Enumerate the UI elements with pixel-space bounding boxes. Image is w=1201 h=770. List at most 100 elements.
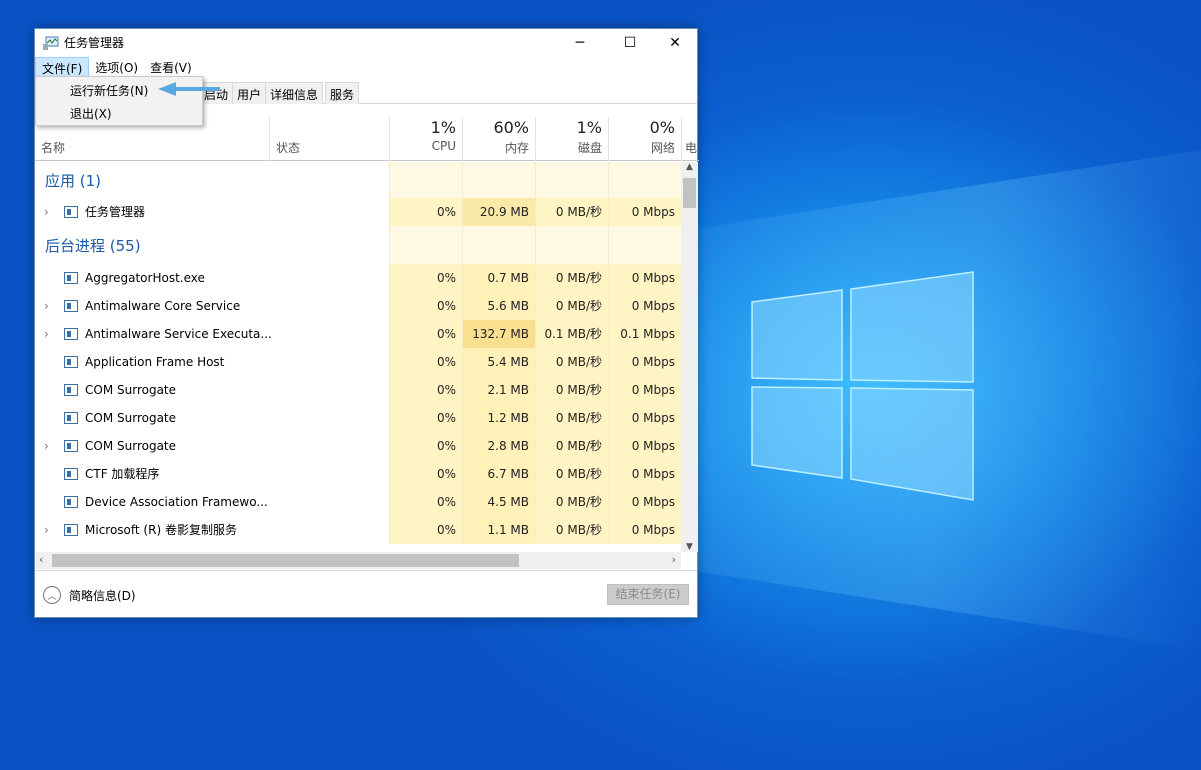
column-memory[interactable]: 60% 内存 <box>462 117 535 161</box>
windows-logo <box>751 271 974 501</box>
process-icon <box>64 272 78 284</box>
group-cell <box>389 226 462 264</box>
table-row[interactable]: Application Frame Host 0% 5.4 MB 0 MB/秒 0 Mb… <box>35 348 681 376</box>
process-icon <box>64 524 78 536</box>
cell-cpu: 0% <box>389 348 462 376</box>
table-row[interactable]: Device Association Framewo... 0% 4.5 MB 0 M… <box>35 488 681 516</box>
scroll-down-icon[interactable]: ▼ <box>681 542 698 552</box>
cell-cpu: 0% <box>389 460 462 488</box>
cell-cpu: 0% <box>389 320 462 348</box>
table-row[interactable]: › Microsoft (R) 卷影复制服务 0% 1.1 MB 0 MB/秒 0 Mbp… <box>35 516 681 544</box>
cell-mem: 1.2 MB <box>462 404 535 432</box>
group-cell <box>462 226 535 264</box>
cell-disk: 0 MB/秒 <box>535 376 608 404</box>
cell-mem: 4.5 MB <box>462 488 535 516</box>
menu-file[interactable]: 文件(F) <box>35 57 90 77</box>
process-name: Device Association Framewo... <box>85 495 268 509</box>
column-status[interactable]: 状态 <box>269 117 389 161</box>
minimize-button[interactable]: ─ <box>557 29 603 56</box>
process-icon <box>64 468 78 480</box>
cell-mem: 6.7 MB <box>462 460 535 488</box>
cell-mem: 132.7 MB <box>462 320 535 348</box>
column-power[interactable]: 电 <box>681 117 699 161</box>
cell-net: 0 Mbps <box>608 516 681 544</box>
cell-mem: 20.9 MB <box>462 198 535 226</box>
chevron-right-icon[interactable]: › <box>44 432 49 460</box>
table-row[interactable]: › Antimalware Core Service 0% 5.6 MB 0 MB/秒 0… <box>35 292 681 320</box>
cell-net: 0 Mbps <box>608 404 681 432</box>
chevron-right-icon[interactable]: › <box>44 320 49 348</box>
cell-net: 0 Mbps <box>608 376 681 404</box>
maximize-button[interactable]: ☐ <box>607 29 653 56</box>
column-network[interactable]: 0% 网络 <box>608 117 681 161</box>
cell-cpu: 0% <box>389 264 462 292</box>
column-disk[interactable]: 1% 磁盘 <box>535 117 608 161</box>
cell-net: 0 Mbps <box>608 432 681 460</box>
horizontal-scrollbar[interactable]: ‹ › <box>35 552 681 569</box>
scroll-right-icon[interactable]: › <box>672 553 676 566</box>
cell-disk: 0 MB/秒 <box>535 516 608 544</box>
process-name: Application Frame Host <box>85 355 225 369</box>
menu-view[interactable]: 查看(V) <box>144 57 198 77</box>
fewer-details-label: 简略信息(D) <box>69 588 136 603</box>
menu-item-exit[interactable]: 退出(X) <box>70 105 112 122</box>
end-task-button[interactable]: 结束任务(E) <box>607 584 689 605</box>
title-bar[interactable]: 任务管理器 ─ ☐ ✕ <box>35 29 697 56</box>
cell-mem: 5.4 MB <box>462 348 535 376</box>
process-name: COM Surrogate <box>85 411 177 425</box>
menu-item-run-new-task[interactable]: 运行新任务(N) <box>70 82 148 99</box>
process-name: 任务管理器 <box>85 205 146 219</box>
process-name: Microsoft (R) 卷影复制服务 <box>85 523 237 537</box>
table-row[interactable]: › 任务管理器 0% 20.9 MB 0 MB/秒 0 Mbps <box>35 198 681 226</box>
cell-disk: 0 MB/秒 <box>535 198 608 226</box>
cell-disk: 0.1 MB/秒 <box>535 320 608 348</box>
cell-mem: 2.1 MB <box>462 376 535 404</box>
cell-net: 0 Mbps <box>608 264 681 292</box>
table-row[interactable]: › Antimalware Service Executa... 0% 132.7 M… <box>35 320 681 348</box>
group-header-row[interactable]: 应用 (1) <box>35 162 681 198</box>
group-cell <box>535 162 608 198</box>
cell-disk: 0 MB/秒 <box>535 432 608 460</box>
cell-net: 0 Mbps <box>608 460 681 488</box>
chevron-right-icon[interactable]: › <box>44 292 49 320</box>
cell-net: 0 Mbps <box>608 292 681 320</box>
table-row[interactable]: › COM Surrogate 0% 2.8 MB 0 MB/秒 0 Mbps <box>35 432 681 460</box>
menu-bar: 文件(F) 选项(O) 查看(V) <box>35 57 697 77</box>
process-name: CTF 加载程序 <box>85 467 160 481</box>
process-name: COM Surrogate <box>85 383 177 397</box>
table-row[interactable]: COM Surrogate 0% 1.2 MB 0 MB/秒 0 Mbps <box>35 404 681 432</box>
scroll-left-icon[interactable]: ‹ <box>39 553 43 566</box>
horizontal-scroll-thumb[interactable] <box>52 554 519 567</box>
arrow-annotation-icon <box>158 82 220 96</box>
close-button[interactable]: ✕ <box>652 29 698 56</box>
cell-cpu: 0% <box>389 488 462 516</box>
task-manager-icon <box>43 36 59 50</box>
tab-services[interactable]: 服务 <box>325 82 360 104</box>
cell-disk: 0 MB/秒 <box>535 292 608 320</box>
vertical-scroll-thumb[interactable] <box>683 178 696 208</box>
process-icon <box>64 384 78 396</box>
process-name: AggregatorHost.exe <box>85 271 205 285</box>
process-name: Antimalware Core Service <box>85 299 241 313</box>
process-icon <box>64 356 78 368</box>
cell-disk: 0 MB/秒 <box>535 348 608 376</box>
menu-options[interactable]: 选项(O) <box>89 57 144 77</box>
table-row[interactable]: COM Surrogate 0% 2.1 MB 0 MB/秒 0 Mbps <box>35 376 681 404</box>
vertical-scrollbar[interactable]: ▲ ▼ <box>681 162 698 552</box>
table-row[interactable]: CTF 加载程序 0% 6.7 MB 0 MB/秒 0 Mbps <box>35 460 681 488</box>
fewer-details-button[interactable]: ︿ 简略信息(D) <box>43 586 136 604</box>
chevron-right-icon[interactable]: › <box>44 198 49 226</box>
scroll-up-icon[interactable]: ▲ <box>681 162 698 176</box>
column-cpu[interactable]: 1% CPU <box>389 117 462 161</box>
tab-users[interactable]: 用户 <box>232 82 267 104</box>
group-header-row[interactable]: 后台进程 (55) <box>35 226 681 264</box>
group-cell <box>608 226 681 264</box>
chevron-right-icon[interactable]: › <box>44 516 49 544</box>
tab-details[interactable]: 详细信息 <box>265 82 324 104</box>
window-title: 任务管理器 <box>64 36 125 50</box>
cell-cpu: 0% <box>389 198 462 226</box>
cell-cpu: 0% <box>389 404 462 432</box>
table-row[interactable]: AggregatorHost.exe 0% 0.7 MB 0 MB/秒 0 Mbps <box>35 264 681 292</box>
cell-net: 0 Mbps <box>608 348 681 376</box>
cell-disk: 0 MB/秒 <box>535 488 608 516</box>
